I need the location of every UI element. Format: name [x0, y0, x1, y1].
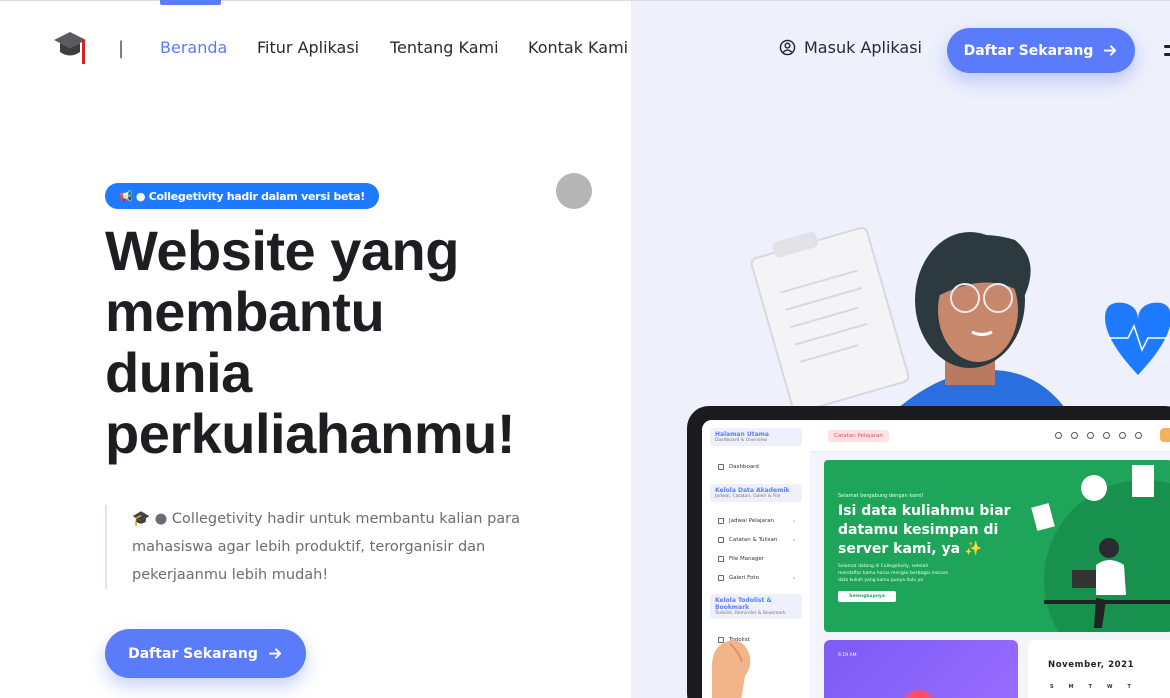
- card-title: Halaman Utama: [715, 431, 769, 438]
- nav-link-fitur[interactable]: Fitur Aplikasi: [257, 38, 359, 57]
- weekday: W: [1107, 684, 1113, 690]
- sidebar-card-akademik: Kelola Data Akademik Jadwal, Catatan, Ga…: [710, 484, 802, 502]
- chevron-right-icon: ›: [793, 518, 796, 525]
- calendar-weekdays: S M T W T: [1050, 684, 1131, 690]
- banner-button: Selengkapnya: [838, 591, 896, 602]
- student-illustration: [1031, 465, 1170, 632]
- headline-line: membantu: [105, 280, 385, 343]
- chevron-right-icon: ›: [793, 575, 796, 582]
- arrow-right-icon: [268, 648, 281, 659]
- pointing-hand-icon: [712, 640, 751, 698]
- headline-line: perkuliahanmu!: [105, 402, 515, 465]
- preview-toolbar-icons: [1055, 432, 1142, 439]
- sidebar-item-galeri: Galeri Foto: [718, 575, 759, 581]
- login-label: Masuk Aplikasi: [804, 38, 922, 57]
- sidebar-label: Galeri Foto: [729, 575, 759, 581]
- app-preview-screen: Halaman Utama Dashboard & Overview Dashb…: [702, 420, 1170, 698]
- avatar: [1160, 428, 1170, 442]
- hero-headline: Website yang membantu dunia perkuliahanm…: [105, 220, 585, 464]
- card-title: Kelola Data Akademik: [715, 487, 790, 494]
- weekday: S: [1050, 684, 1054, 690]
- banner-eyebrow: Selamat bergabung dengan kami!: [838, 493, 924, 499]
- alarm-icon: [905, 690, 933, 698]
- calendar-card: November, 2021 S M T W T: [1028, 640, 1170, 698]
- card-subtitle: Todolist, Reminder & Bookmark: [715, 611, 786, 616]
- sidebar-card-main: Halaman Utama Dashboard & Overview: [710, 428, 802, 446]
- preview-tab-pill: Catatan Pelajaran: [828, 430, 889, 442]
- arrow-right-icon: [1104, 45, 1117, 56]
- graduation-cap-icon[interactable]: [52, 28, 88, 66]
- sidebar-label: Dashboard: [729, 464, 759, 470]
- sidebar-item-dashboard: Dashboard: [718, 464, 759, 470]
- sidebar-item-jadwal: Jadwal Pelajaran: [718, 518, 774, 524]
- nav-link-tentang[interactable]: Tentang Kami: [390, 38, 499, 57]
- login-link[interactable]: Masuk Aplikasi: [779, 38, 922, 57]
- nav-link-beranda[interactable]: Beranda: [160, 38, 227, 57]
- preview-topbar: Catatan Pelajaran: [810, 420, 1170, 452]
- register-nav-label: Daftar Sekarang: [963, 42, 1094, 59]
- weekday: T: [1127, 684, 1131, 690]
- weekday: M: [1068, 684, 1074, 690]
- decorative-dot: [556, 173, 592, 209]
- register-hero-button[interactable]: Daftar Sekarang: [105, 629, 306, 678]
- weekday: T: [1088, 684, 1093, 690]
- chevron-right-icon: ›: [793, 537, 796, 544]
- card-subtitle: Jadwal, Catatan, Galeri & File: [715, 494, 781, 499]
- banner-description: Selamat datang di Collegetivity, setelah…: [838, 564, 949, 583]
- doctor-figure: [890, 232, 1070, 415]
- user-circle-icon: [779, 39, 796, 56]
- sidebar-item-catatan: Catatan & Tulisan: [718, 537, 777, 543]
- sidebar-label: File Manager: [729, 556, 765, 562]
- hero-description: 🎓 ● Collegetivity hadir untuk membantu k…: [105, 505, 525, 589]
- card-subtitle: Dashboard & Overview: [715, 438, 767, 443]
- headline-line: Website yang: [105, 219, 459, 282]
- doctor-illustration: [750, 226, 1170, 415]
- active-nav-indicator: [160, 0, 221, 5]
- sidebar-card-todo: Kelola Todolist & Bookmark Todolist, Rem…: [710, 594, 802, 619]
- nav-link-kontak[interactable]: Kontak Kami: [528, 38, 628, 57]
- beta-badge: 📢 ● Collegetivity hadir dalam versi beta…: [105, 183, 380, 209]
- banner-title: Isi data kuliahmu biar datamu kesimpan d…: [838, 503, 1011, 557]
- sidebar-label: Catatan & Tulisan: [729, 537, 778, 543]
- sidebar-label: Jadwal Pelajaran: [729, 518, 775, 524]
- register-hero-label: Daftar Sekarang: [128, 645, 258, 662]
- welcome-banner: Selamat bergabung dengan kami! Isi data …: [824, 460, 1170, 632]
- clipboard-icon: [750, 226, 910, 414]
- clock-time: 6:19 AM: [838, 653, 857, 658]
- register-nav-button[interactable]: Daftar Sekarang: [947, 28, 1135, 73]
- card-title: Kelola Todolist & Bookmark: [715, 597, 772, 611]
- calendar-month: November, 2021: [1048, 660, 1135, 670]
- nav-separator: |: [118, 38, 125, 59]
- headline-line: dunia: [105, 341, 252, 404]
- sidebar-item-file: File Manager: [718, 556, 764, 562]
- clock-card: 6:19 AM: [824, 640, 1018, 698]
- menu-icon[interactable]: [1164, 45, 1170, 61]
